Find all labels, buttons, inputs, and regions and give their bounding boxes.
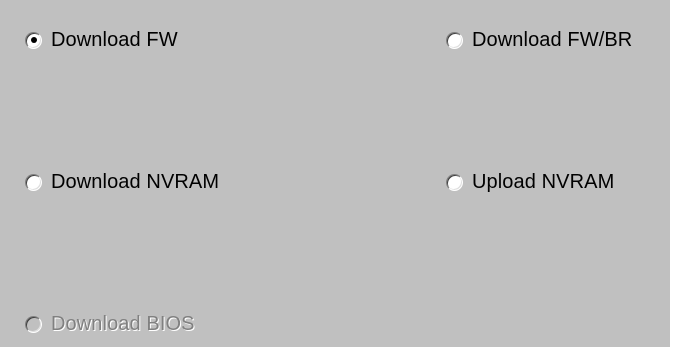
- radio-selected-dot: [30, 37, 37, 43]
- download-nvram-label[interactable]: Download NVRAM: [51, 171, 219, 194]
- download-fwbr-label[interactable]: Download FW/BR: [472, 29, 632, 52]
- download-bios-option: Download BIOS: [25, 312, 195, 336]
- download-fw-radio-button[interactable]: [25, 31, 42, 49]
- download-nvram-option[interactable]: Download NVRAM: [25, 170, 219, 194]
- download-fw-option[interactable]: Download FW: [25, 28, 178, 52]
- download-bios-radio-button: [25, 315, 42, 333]
- upload-nvram-radio-button[interactable]: [446, 173, 463, 191]
- download-bios-label: Download BIOS: [51, 312, 195, 335]
- upload-nvram-label[interactable]: Upload NVRAM: [472, 171, 614, 194]
- download-fw-label[interactable]: Download FW: [51, 29, 178, 52]
- download-fwbr-option[interactable]: Download FW/BR: [446, 28, 632, 52]
- download-fwbr-radio-button[interactable]: [446, 31, 463, 49]
- download-options-panel: Download FW Download FW/BR Download NVRA…: [0, 0, 670, 347]
- download-nvram-radio-button[interactable]: [25, 173, 42, 191]
- upload-nvram-option[interactable]: Upload NVRAM: [446, 170, 614, 194]
